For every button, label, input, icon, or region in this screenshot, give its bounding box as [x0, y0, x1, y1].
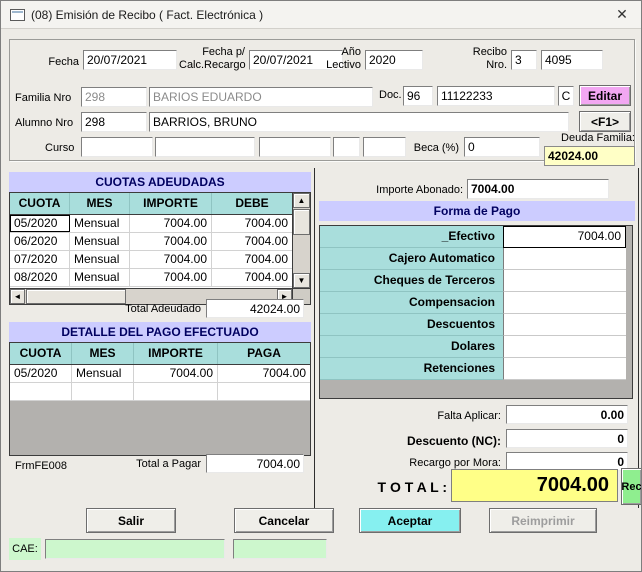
- title-bar: (08) Emisión de Recibo ( Fact. Electróni…: [1, 1, 641, 29]
- pago-row-retenciones: Retenciones: [320, 358, 632, 380]
- recargo-mora-label: Recargo por Mora:: [361, 457, 501, 469]
- editar-button[interactable]: Editar: [579, 85, 631, 106]
- curso-label: Curso: [45, 142, 74, 154]
- pago-row-dolares: Dolares: [320, 336, 632, 358]
- window-title: (08) Emisión de Recibo ( Fact. Electróni…: [31, 1, 263, 29]
- col-header-importe: IMPORTE: [134, 343, 218, 364]
- total-label: T O T A L :: [351, 479, 447, 495]
- cae-field-1[interactable]: [45, 539, 225, 559]
- pago-row-compensacion: Compensacion: [320, 292, 632, 314]
- cuotas-grid: CUOTA MES IMPORTE DEBE 05/2020 Mensual 7…: [9, 192, 311, 305]
- doc-letra-box: C: [558, 86, 574, 106]
- doc-tipo-input[interactable]: [403, 86, 433, 106]
- total-a-pagar-label: Total a Pagar: [117, 458, 201, 470]
- detalle-grid-header: CUOTA MES IMPORTE PAGA: [10, 343, 310, 365]
- recibo-serie-input[interactable]: [511, 50, 537, 70]
- falta-aplicar-input[interactable]: [506, 405, 628, 424]
- familia-nro-label: Familia Nro: [15, 92, 71, 104]
- total-adeudado-label: Total Adeudado: [101, 303, 201, 315]
- familia-nro-input[interactable]: [81, 87, 147, 107]
- close-icon[interactable]: ✕: [611, 3, 633, 25]
- salir-button[interactable]: Salir: [86, 508, 176, 533]
- col-header-cuota: CUOTA: [10, 343, 72, 364]
- curso-input-5[interactable]: [363, 137, 406, 157]
- scrollbar-thumb[interactable]: [293, 209, 310, 235]
- alumno-nombre-input[interactable]: [149, 112, 569, 132]
- cancelar-button[interactable]: Cancelar: [234, 508, 334, 533]
- anio-lectivo-input[interactable]: [365, 50, 423, 70]
- importe-abonado-label: Importe Abonado:: [351, 184, 463, 196]
- fecha-recargo-label: Fecha p/ Calc.Recargo: [179, 46, 245, 72]
- col-header-mes: MES: [70, 193, 130, 214]
- table-row[interactable]: 06/2020 Mensual 7004.00 7004.00: [10, 233, 292, 251]
- reimprimir-button[interactable]: Reimprimir: [489, 508, 597, 533]
- pago-row-descuentos: Descuentos: [320, 314, 632, 336]
- vertical-scrollbar[interactable]: ▲ ▼: [292, 193, 310, 288]
- cuotas-adeudadas-header: CUOTAS ADEUDADAS: [9, 172, 311, 192]
- table-row[interactable]: 07/2020 Mensual 7004.00 7004.00: [10, 251, 292, 269]
- forma-de-pago-header: Forma de Pago: [319, 201, 635, 221]
- col-header-cuota: CUOTA: [10, 193, 70, 214]
- deuda-familia-label: Deuda Familia:: [541, 132, 635, 144]
- cae-label: CAE:: [9, 538, 41, 560]
- table-row[interactable]: 05/2020 Mensual 7004.00 7004.00: [10, 215, 292, 233]
- detalle-pago-header: DETALLE DEL PAGO EFECTUADO: [9, 322, 311, 342]
- col-header-importe: IMPORTE: [130, 193, 212, 214]
- table-row[interactable]: 08/2020 Mensual 7004.00 7004.00: [10, 269, 292, 287]
- total-value-box: 7004.00: [451, 469, 618, 502]
- recibo-nro-label: Recibo Nro.: [459, 46, 507, 72]
- pago-row-cheques: Cheques de Terceros: [320, 270, 632, 292]
- table-row-empty[interactable]: [10, 383, 310, 401]
- pago-row-efectivo: _Efectivo 7004.00: [320, 226, 632, 248]
- rec-button[interactable]: Rec: [621, 468, 642, 505]
- cuotas-grid-header: CUOTA MES IMPORTE DEBE: [10, 193, 292, 215]
- deuda-familia-value: 42024.00: [544, 146, 635, 166]
- aceptar-button[interactable]: Aceptar: [359, 508, 461, 533]
- doc-label: Doc.: [379, 89, 402, 101]
- scroll-up-icon[interactable]: ▲: [293, 193, 310, 208]
- importe-abonado-input[interactable]: [467, 179, 609, 199]
- f1-button[interactable]: <F1>: [579, 111, 631, 132]
- panel-divider: [314, 168, 315, 508]
- scroll-left-icon[interactable]: ◄: [10, 289, 25, 304]
- fecha-label: Fecha: [19, 56, 79, 68]
- beca-label: Beca (%): [411, 142, 459, 154]
- col-header-mes: MES: [72, 343, 134, 364]
- curso-input-2[interactable]: [155, 137, 255, 157]
- cae-field-2[interactable]: [233, 539, 327, 559]
- col-header-paga: PAGA: [218, 343, 310, 364]
- scrollbar-thumb[interactable]: [26, 289, 126, 304]
- curso-input-3[interactable]: [259, 137, 331, 157]
- recibo-numero-input[interactable]: [541, 50, 603, 70]
- descuento-nc-label: Descuento (NC):: [356, 434, 501, 448]
- total-adeudado-input[interactable]: [206, 299, 304, 318]
- falta-aplicar-label: Falta Aplicar:: [361, 410, 501, 422]
- col-header-debe: DEBE: [212, 193, 292, 214]
- pago-row-cajero: Cajero Automatico: [320, 248, 632, 270]
- scroll-down-icon[interactable]: ▼: [293, 273, 310, 288]
- grid-unused-strip: [626, 226, 632, 398]
- familia-nombre-input[interactable]: [149, 87, 373, 107]
- doc-numero-input[interactable]: [437, 86, 555, 106]
- emision-recibo-window: (08) Emisión de Recibo ( Fact. Electróni…: [0, 0, 642, 572]
- forma-de-pago-grid: _Efectivo 7004.00 Cajero Automatico Cheq…: [319, 225, 633, 399]
- form-id-label: FrmFE008: [15, 460, 67, 472]
- alumno-nro-label: Alumno Nro: [15, 117, 73, 129]
- right-border-line: [638, 168, 639, 508]
- table-row[interactable]: 05/2020 Mensual 7004.00 7004.00: [10, 365, 310, 383]
- grid-unused-area: [10, 401, 310, 455]
- total-a-pagar-input[interactable]: [206, 454, 304, 473]
- curso-input-4[interactable]: [333, 137, 360, 157]
- descuento-nc-input[interactable]: [506, 429, 628, 448]
- detalle-grid: CUOTA MES IMPORTE PAGA 05/2020 Mensual 7…: [9, 342, 311, 456]
- form-icon: [10, 9, 25, 21]
- fecha-input[interactable]: [83, 50, 177, 70]
- curso-input-1[interactable]: [81, 137, 153, 157]
- anio-lectivo-label: Año Lectivo: [321, 46, 361, 72]
- beca-input[interactable]: [464, 137, 540, 157]
- alumno-nro-input[interactable]: [81, 112, 147, 132]
